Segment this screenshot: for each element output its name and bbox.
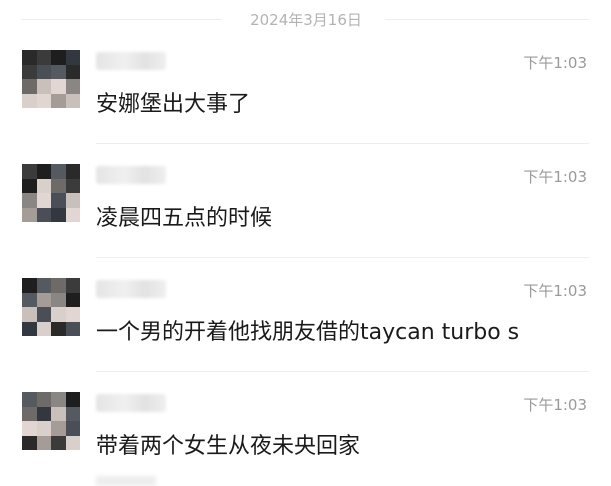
avatar-mosaic-block (65, 93, 80, 108)
message-text[interactable]: 安娜堡出大事了 (96, 86, 250, 118)
sender-name-blurred[interactable] (96, 52, 166, 70)
message-time: 下午1:03 (523, 54, 587, 72)
avatar-mosaic-block (51, 307, 66, 322)
avatar-mosaic-block (51, 193, 66, 208)
avatar-mosaic-block (65, 50, 80, 65)
sender-name-blurred[interactable] (96, 280, 166, 298)
avatar-mosaic-block (22, 321, 37, 336)
avatar-mosaic-block (36, 307, 51, 322)
chat-message[interactable]: 下午1:03 安娜堡出大事了 (0, 30, 611, 144)
avatar[interactable] (22, 50, 80, 108)
avatar-mosaic-block (51, 278, 66, 293)
avatar-mosaic-block (65, 392, 80, 407)
avatar-mosaic-block (36, 392, 51, 407)
avatar-mosaic-block (36, 79, 51, 94)
chat-message[interactable]: 下午1:03 带着两个女生从夜未央回家 (0, 372, 611, 486)
sender-name-blurred[interactable] (96, 166, 166, 184)
avatar-mosaic-block (36, 321, 51, 336)
message-text[interactable]: 凌晨四五点的时候 (96, 200, 272, 232)
avatar-mosaic-block (65, 79, 80, 94)
message-time: 下午1:03 (523, 282, 587, 300)
message-time: 下午1:03 (523, 396, 587, 414)
date-divider: 2024年3月16日 (0, 8, 611, 30)
avatar-mosaic-block (51, 321, 66, 336)
avatar-mosaic-block (22, 64, 37, 79)
avatar-mosaic-block (22, 292, 37, 307)
avatar-mosaic-block (22, 278, 37, 293)
avatar-mosaic-block (36, 64, 51, 79)
avatar-mosaic-block (51, 292, 66, 307)
avatar-mosaic-block (22, 50, 37, 65)
avatar-mosaic-block (65, 321, 80, 336)
avatar-mosaic-block (22, 435, 37, 450)
chat-message[interactable]: 下午1:03 一个男的开着他找朋友借的taycan turbo s (0, 258, 611, 372)
avatar-mosaic-block (51, 435, 66, 450)
sender-name-blurred[interactable] (96, 394, 166, 412)
avatar-mosaic-block (65, 292, 80, 307)
avatar[interactable] (22, 278, 80, 336)
avatar-mosaic-block (51, 392, 66, 407)
message-time: 下午1:03 (523, 168, 587, 186)
avatar-mosaic-block (51, 164, 66, 179)
message-text[interactable]: 带着两个女生从夜未央回家 (96, 428, 360, 460)
avatar-mosaic-block (65, 64, 80, 79)
avatar-mosaic-block (22, 421, 37, 436)
avatar-mosaic-block (36, 292, 51, 307)
avatar-mosaic-block (36, 278, 51, 293)
avatar-mosaic-block (65, 164, 80, 179)
avatar-mosaic-block (36, 435, 51, 450)
avatar-mosaic-block (22, 79, 37, 94)
avatar-mosaic-block (51, 50, 66, 65)
avatar-mosaic-block (65, 178, 80, 193)
avatar-mosaic-block (51, 64, 66, 79)
date-label: 2024年3月16日 (250, 11, 362, 29)
avatar-mosaic-block (65, 278, 80, 293)
avatar-mosaic-block (22, 406, 37, 421)
avatar-mosaic-block (36, 207, 51, 222)
avatar-mosaic-block (65, 435, 80, 450)
avatar-mosaic-block (36, 178, 51, 193)
avatar-mosaic-block (65, 207, 80, 222)
divider-line-left (22, 19, 222, 20)
avatar-mosaic-block (51, 79, 66, 94)
avatar-mosaic-block (65, 193, 80, 208)
avatar-mosaic-block (36, 164, 51, 179)
avatar-mosaic-block (36, 193, 51, 208)
chat-message[interactable]: 下午1:03 凌晨四五点的时候 (0, 144, 611, 258)
avatar-mosaic-block (51, 178, 66, 193)
avatar-mosaic-block (51, 421, 66, 436)
avatar-mosaic-block (22, 207, 37, 222)
avatar-mosaic-block (36, 50, 51, 65)
avatar-mosaic-block (36, 421, 51, 436)
avatar-mosaic-block (36, 93, 51, 108)
avatar-mosaic-block (65, 406, 80, 421)
avatar-mosaic-block (22, 193, 37, 208)
divider-line-right (385, 19, 589, 20)
avatar-mosaic-block (22, 392, 37, 407)
avatar-mosaic-block (22, 164, 37, 179)
avatar-mosaic-block (51, 207, 66, 222)
avatar[interactable] (22, 392, 80, 450)
avatar-mosaic-block (36, 406, 51, 421)
avatar-mosaic-block (22, 307, 37, 322)
avatar-mosaic-block (65, 307, 80, 322)
avatar[interactable] (22, 164, 80, 222)
avatar-mosaic-block (65, 421, 80, 436)
message-text[interactable]: 一个男的开着他找朋友借的taycan turbo s (96, 314, 519, 346)
avatar-mosaic-block (51, 93, 66, 108)
avatar-mosaic-block (51, 406, 66, 421)
avatar-mosaic-block (22, 178, 37, 193)
avatar-mosaic-block (22, 93, 37, 108)
